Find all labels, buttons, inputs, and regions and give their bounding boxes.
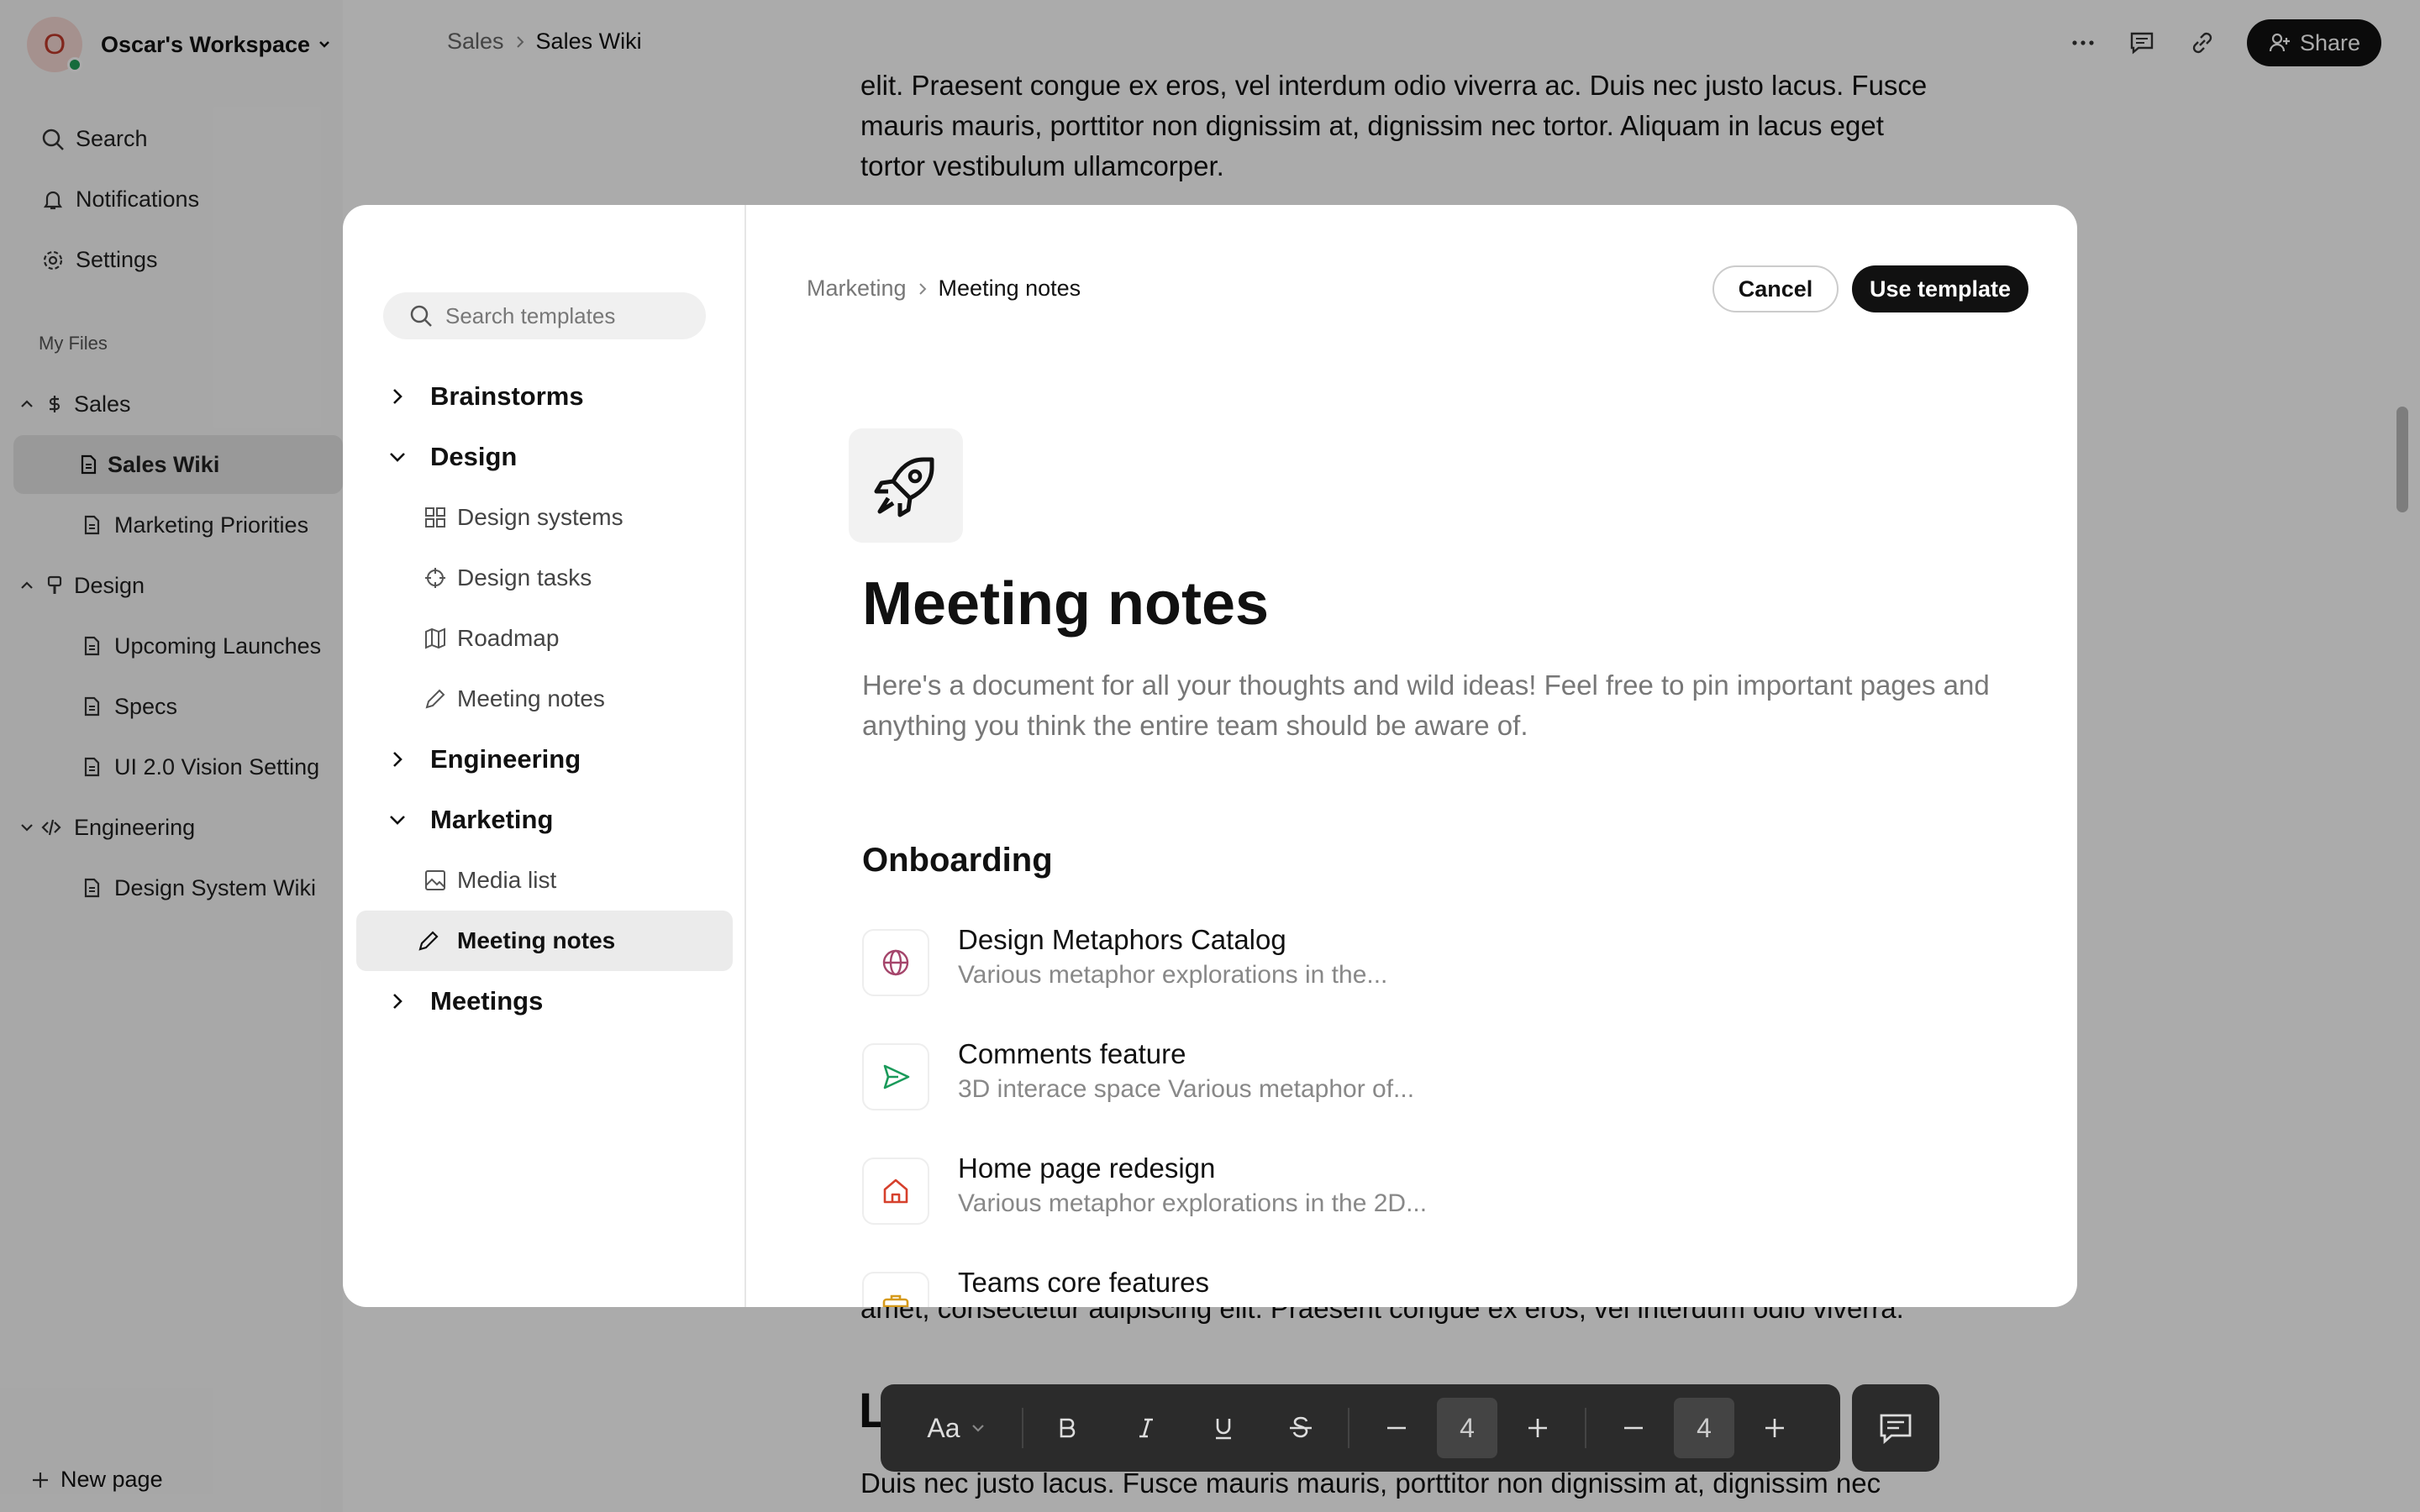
linked-page-card[interactable]: Home page redesign Various metaphor expl… — [862, 1152, 1954, 1236]
template-search-placeholder: Search templates — [445, 302, 616, 328]
linked-page-description: 3D interace space Various metaphor of... — [958, 1075, 1415, 1103]
toolbar-divider — [1348, 1408, 1349, 1448]
linked-page-icon-tile — [862, 1158, 929, 1225]
template-description: Here's a document for all your thoughts … — [862, 669, 1990, 741]
chevron-right-icon — [393, 752, 402, 767]
chevron-right-icon — [393, 389, 402, 404]
increase-button[interactable] — [1516, 1406, 1560, 1450]
linked-page-title: Home page redesign — [958, 1152, 1216, 1184]
template-breadcrumb-parent[interactable]: Marketing — [807, 276, 907, 302]
plus-icon — [1765, 1419, 1784, 1437]
template-icon-tile — [849, 428, 963, 543]
format-toolbar: Aa 4 4 — [881, 1384, 1840, 1472]
comment-icon — [1880, 1414, 1912, 1445]
chevron-right-icon — [918, 282, 926, 295]
size-value-field[interactable]: 4 — [1437, 1398, 1497, 1458]
grid-icon — [425, 507, 445, 528]
template-roadmap[interactable]: Roadmap — [343, 612, 746, 665]
decrease-button[interactable] — [1612, 1406, 1655, 1450]
italic-icon — [1139, 1418, 1153, 1438]
category-label: Brainstorms — [430, 381, 584, 411]
linked-page-card[interactable]: Teams core features — [862, 1267, 1954, 1307]
increase-button[interactable] — [1753, 1406, 1797, 1450]
template-meeting-notes-design[interactable]: Meeting notes — [343, 672, 746, 726]
font-style-label: Aa — [927, 1412, 960, 1443]
bold-icon — [1060, 1418, 1076, 1438]
strikethrough-button[interactable] — [1279, 1406, 1323, 1450]
map-icon — [425, 627, 445, 649]
linked-page-icon-tile — [862, 1272, 929, 1307]
comment-toolbar-button[interactable] — [1852, 1384, 1939, 1472]
send-icon — [883, 1064, 910, 1089]
template-label: Design systems — [457, 504, 623, 530]
category-brainstorms[interactable]: Brainstorms — [343, 370, 746, 423]
template-label: Meeting notes — [457, 927, 616, 953]
underline-icon — [1216, 1419, 1231, 1440]
decrease-button[interactable] — [1375, 1406, 1418, 1450]
bold-button[interactable] — [1045, 1406, 1089, 1450]
minus-icon — [1624, 1426, 1643, 1430]
pencil-icon — [425, 689, 445, 709]
pencil-icon — [418, 931, 439, 951]
template-picker-modal: Search templates Brainstorms Design Desi… — [343, 205, 2077, 1307]
template-search-input[interactable]: Search templates — [383, 292, 706, 339]
template-label: Media list — [457, 867, 557, 893]
minus-icon — [1387, 1426, 1406, 1430]
template-design-systems[interactable]: Design systems — [343, 491, 746, 544]
category-meetings[interactable]: Meetings — [343, 974, 746, 1028]
chevron-right-icon — [393, 994, 402, 1009]
linked-page-description: Various metaphor explorations in the... — [958, 961, 1388, 989]
toolbar-divider — [1022, 1408, 1023, 1448]
chevron-down-icon — [390, 816, 405, 825]
category-label: Engineering — [430, 744, 581, 774]
toolbar-divider — [1585, 1408, 1586, 1448]
template-label: Roadmap — [457, 625, 560, 651]
category-label: Design — [430, 442, 518, 471]
briefcase-icon — [882, 1294, 909, 1307]
linked-page-title: Teams core features — [958, 1267, 1209, 1298]
home-icon — [883, 1179, 908, 1204]
globe-icon — [882, 949, 909, 976]
search-icon — [410, 305, 432, 327]
category-label: Meetings — [430, 986, 544, 1016]
italic-button[interactable] — [1124, 1406, 1168, 1450]
category-engineering[interactable]: Engineering — [343, 732, 746, 786]
crosshair-icon — [425, 568, 445, 588]
app: O Oscar's Workspace Search Notifications… — [0, 0, 2420, 1512]
size-value-field[interactable]: 4 — [1674, 1398, 1734, 1458]
strikethrough-icon — [1290, 1416, 1312, 1438]
linked-page-icon-tile — [862, 929, 929, 996]
linked-page-title: Design Metaphors Catalog — [958, 924, 1286, 955]
template-label: Design tasks — [457, 564, 592, 591]
linked-page-title: Comments feature — [958, 1038, 1186, 1069]
image-icon — [425, 870, 445, 890]
linked-page-card[interactable]: Comments feature 3D interace space Vario… — [862, 1038, 1954, 1122]
template-label: Meeting notes — [457, 685, 605, 711]
use-template-button[interactable]: Use template — [1852, 265, 2028, 312]
template-section-heading: Onboarding — [862, 842, 1053, 879]
cancel-button[interactable]: Cancel — [1712, 265, 1839, 312]
category-label: Marketing — [430, 805, 554, 834]
linked-page-description: Various metaphor explorations in the 2D.… — [958, 1189, 1428, 1217]
plus-icon — [1528, 1419, 1547, 1437]
linked-page-icon-tile — [862, 1043, 929, 1110]
linked-page-card[interactable]: Design Metaphors Catalog Various metapho… — [862, 924, 1954, 1008]
chevron-down-icon — [390, 453, 405, 462]
rocket-icon — [874, 457, 934, 517]
template-media-list[interactable]: Media list — [343, 853, 746, 907]
template-design-tasks[interactable]: Design tasks — [343, 551, 746, 605]
template-categories-panel: Search templates Brainstorms Design Desi… — [343, 205, 746, 1307]
template-meeting-notes-marketing[interactable]: Meeting notes — [356, 911, 733, 971]
chevron-down-icon — [971, 1425, 984, 1432]
font-style-dropdown[interactable]: Aa — [919, 1406, 995, 1450]
category-marketing[interactable]: Marketing — [343, 793, 746, 847]
template-breadcrumb: Marketing Meeting notes — [807, 276, 1081, 302]
category-design[interactable]: Design — [343, 430, 746, 484]
template-title: Meeting notes — [862, 570, 1270, 638]
template-breadcrumb-current: Meeting notes — [938, 276, 1081, 301]
underline-button[interactable] — [1202, 1406, 1245, 1450]
